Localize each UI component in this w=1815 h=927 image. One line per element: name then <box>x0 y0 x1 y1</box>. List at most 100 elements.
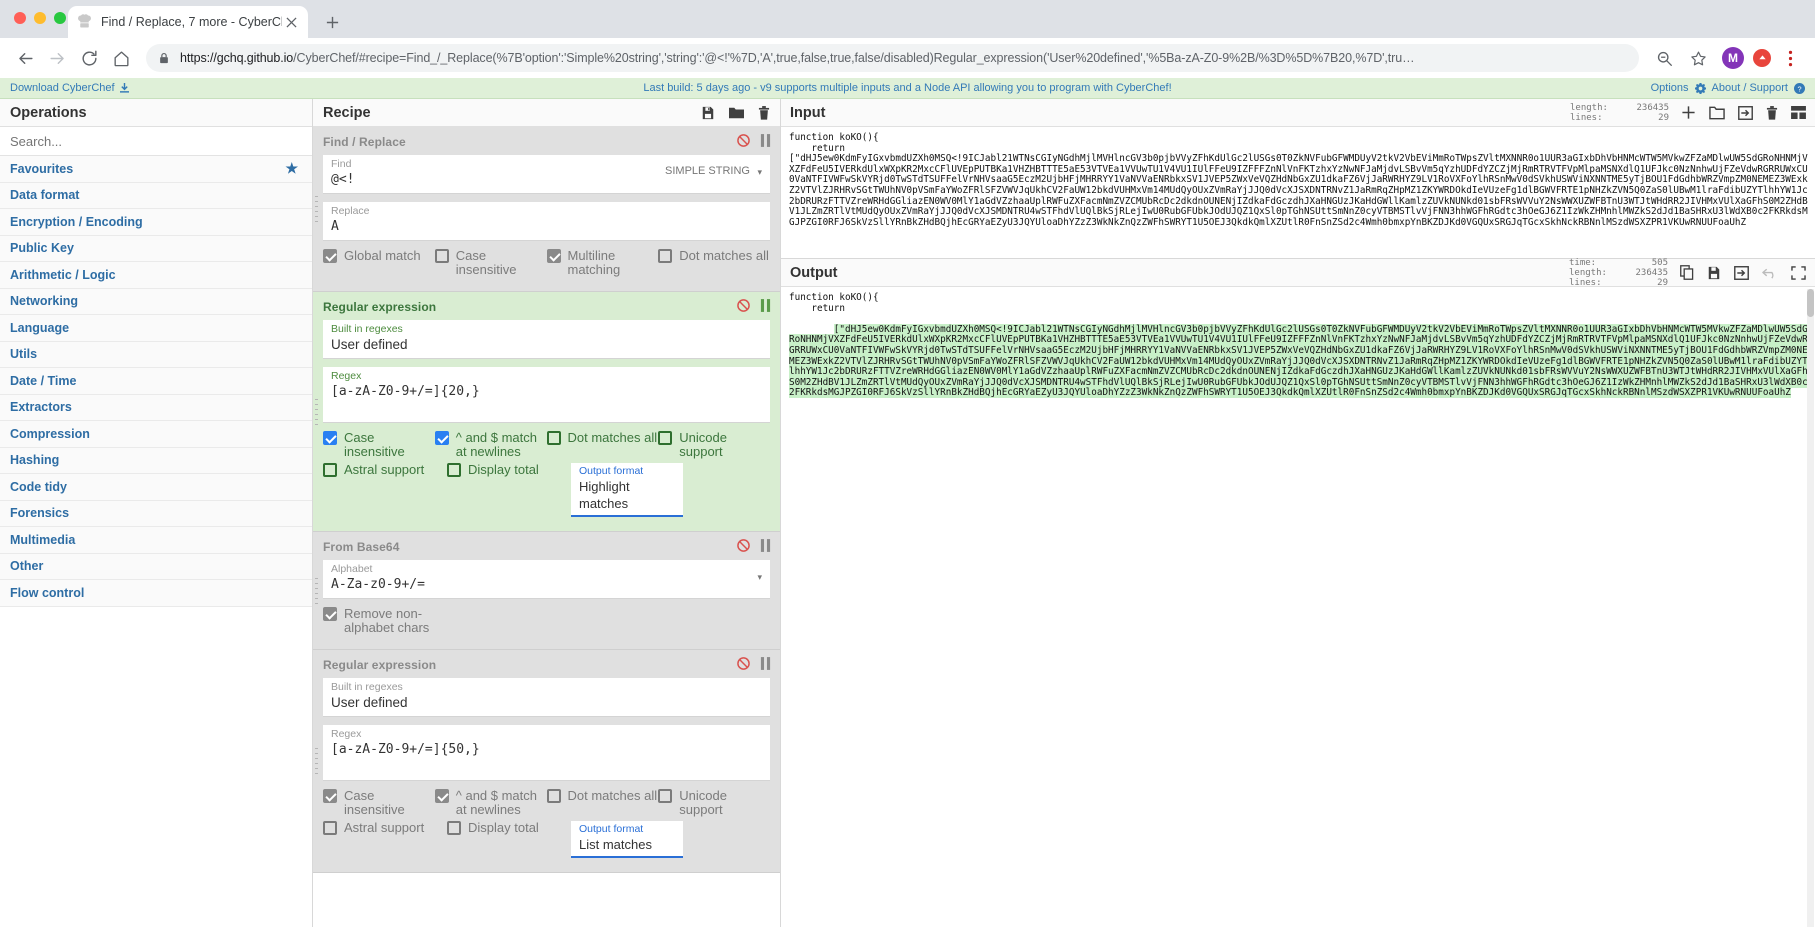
sidebar-item-multimedia[interactable]: Multimedia <box>0 527 312 554</box>
new-tab-button[interactable] <box>318 8 346 36</box>
drag-handle-icon[interactable] <box>315 196 319 222</box>
recipe-operation[interactable]: Find / Replace Find @<! SIMPLE STRING ▾ Repla… <box>313 127 780 292</box>
sidebar-item-data-format[interactable]: Data format <box>0 182 312 209</box>
input-textarea[interactable]: function koKO(){ return ["dHJ5ew0KdmFyIG… <box>781 127 1815 258</box>
disable-operation-icon[interactable] <box>737 134 750 147</box>
zoom-out-icon[interactable] <box>1649 43 1679 73</box>
checkbox-case-insensitive[interactable]: Case insensitive <box>434 249 547 277</box>
folder-icon[interactable] <box>729 106 744 120</box>
sidebar-item-forensics[interactable]: Forensics <box>0 500 312 527</box>
save-icon[interactable] <box>701 106 715 120</box>
extension-icon[interactable] <box>1753 49 1771 67</box>
checkbox-dot-matches-all[interactable]: Dot matches all <box>546 789 659 803</box>
pause-operation-icon[interactable] <box>760 539 771 552</box>
checkbox-astral-support[interactable]: Astral support <box>323 821 447 835</box>
chevron-down-icon[interactable]: ▾ <box>757 572 762 583</box>
output-format-value[interactable]: List matches <box>579 836 675 853</box>
browser-menu-icon[interactable] <box>1775 43 1805 73</box>
field-regex[interactable]: Regex [a-zA-Z0-9+/=]{20,} <box>323 367 770 423</box>
about-support-button[interactable]: About / Support <box>1712 82 1788 94</box>
sidebar-item-favourites[interactable]: Favourites ★ <box>0 156 312 183</box>
field-mode-tag[interactable]: SIMPLE STRING <box>665 165 750 177</box>
field-value[interactable]: User defined <box>331 336 762 354</box>
checkbox-box[interactable] <box>447 821 461 835</box>
output-textarea[interactable]: function koKO(){ return ["dHJ5ew0KdmFyIG… <box>781 287 1815 927</box>
disable-operation-icon[interactable] <box>737 299 750 312</box>
checkbox-box[interactable] <box>323 463 337 477</box>
checkbox-box[interactable] <box>546 249 561 263</box>
star-icon[interactable]: ★ <box>285 160 298 177</box>
disable-operation-icon[interactable] <box>737 539 750 552</box>
checkbox-box[interactable] <box>434 789 449 803</box>
field-value[interactable]: [a-zA-Z0-9+/=]{50,} <box>331 741 762 759</box>
copy-icon[interactable] <box>1680 265 1694 280</box>
checkbox-box[interactable] <box>323 249 337 263</box>
field-replace[interactable]: Replace A <box>323 202 770 241</box>
drag-handle-icon[interactable] <box>315 577 319 604</box>
output-scrollbar[interactable] <box>1807 289 1814 927</box>
options-button[interactable]: Options <box>1651 82 1689 94</box>
checkbox-box[interactable] <box>323 789 337 803</box>
checkbox-remove-non-alphabet-chars[interactable]: Remove non-alphabet chars <box>323 607 447 635</box>
reload-icon[interactable] <box>74 43 104 73</box>
pause-operation-icon[interactable] <box>760 299 771 312</box>
sidebar-item-code-tidy[interactable]: Code tidy <box>0 474 312 501</box>
clear-icon[interactable] <box>1766 105 1778 120</box>
gear-icon[interactable] <box>1694 82 1706 94</box>
download-cyberchef-link[interactable]: Download CyberChef <box>10 82 129 94</box>
pause-operation-icon[interactable] <box>760 134 771 147</box>
help-icon[interactable]: ? <box>1794 82 1805 94</box>
sidebar-item-networking[interactable]: Networking <box>0 288 312 315</box>
output-format-select[interactable]: Output format Highlight matches <box>571 463 683 517</box>
field-built-in-regexes[interactable]: Built in regexes User defined <box>323 678 770 717</box>
sidebar-item-flow-control[interactable]: Flow control <box>0 580 312 607</box>
chevron-down-icon[interactable]: ▾ <box>757 167 762 178</box>
field-alphabet[interactable]: Alphabet A-Za-z0-9+/= ▾ <box>323 560 770 599</box>
checkbox-case-insensitive[interactable]: Case insensitive <box>323 431 435 459</box>
field-value[interactable]: User defined <box>331 694 762 712</box>
star-icon[interactable] <box>1683 43 1713 73</box>
disable-operation-icon[interactable] <box>737 657 750 670</box>
save-output-icon[interactable] <box>1707 266 1721 280</box>
download-cyberchef-label[interactable]: Download CyberChef <box>10 82 115 94</box>
maximise-window-button[interactable] <box>54 12 66 24</box>
checkbox-display-total[interactable]: Display total <box>447 821 571 835</box>
sidebar-item-public-key[interactable]: Public Key <box>0 235 312 262</box>
open-folder-icon[interactable] <box>1709 106 1725 120</box>
checkbox-box[interactable] <box>546 789 561 803</box>
checkbox-box[interactable] <box>546 431 561 445</box>
checkbox-dot-matches-all[interactable]: Dot matches all <box>546 431 659 445</box>
checkbox-and-match-at-newlines[interactable]: ^ and $ match at newlines <box>434 789 547 817</box>
address-bar[interactable]: https://gchq.github.io/CyberChef/#recipe… <box>146 44 1639 72</box>
home-icon[interactable] <box>106 43 136 73</box>
checkbox-dot-matches-all[interactable]: Dot matches all <box>658 249 770 263</box>
checkbox-global-match[interactable]: Global match <box>323 249 435 263</box>
close-icon[interactable] <box>282 13 300 31</box>
checkbox-box[interactable] <box>323 821 337 835</box>
checkbox-multiline-matching[interactable]: Multiline matching <box>546 249 659 277</box>
output-format-value[interactable]: Highlight matches <box>579 478 675 512</box>
open-file-icon[interactable] <box>1738 105 1753 120</box>
checkbox-astral-support[interactable]: Astral support <box>323 463 447 477</box>
undo-icon[interactable] <box>1762 266 1778 280</box>
checkbox-case-insensitive[interactable]: Case insensitive <box>323 789 435 817</box>
sidebar-item-compression[interactable]: Compression <box>0 421 312 448</box>
window-traffic-lights[interactable] <box>14 12 66 24</box>
checkbox-box[interactable] <box>323 431 337 445</box>
sidebar-item-other[interactable]: Other <box>0 553 312 580</box>
field-value[interactable]: [a-zA-Z0-9+/=]{20,} <box>331 383 762 401</box>
operations-search[interactable] <box>0 127 312 156</box>
field-regex[interactable]: Regex [a-zA-Z0-9+/=]{50,} <box>323 725 770 781</box>
output-format-select[interactable]: Output format List matches <box>571 821 683 858</box>
checkbox-display-total[interactable]: Display total <box>447 463 571 477</box>
checkbox-box[interactable] <box>658 789 673 803</box>
checkbox-unicode-support[interactable]: Unicode support <box>658 789 770 817</box>
checkbox-and-match-at-newlines[interactable]: ^ and $ match at newlines <box>434 431 547 459</box>
checkbox-unicode-support[interactable]: Unicode support <box>658 431 770 459</box>
checkbox-box[interactable] <box>447 463 461 477</box>
profile-avatar[interactable]: M <box>1722 47 1744 69</box>
download-icon[interactable] <box>119 83 129 93</box>
sidebar-item-hashing[interactable]: Hashing <box>0 447 312 474</box>
drag-handle-icon[interactable] <box>315 748 319 774</box>
field-built-in-regexes[interactable]: Built in regexes User defined <box>323 320 770 359</box>
